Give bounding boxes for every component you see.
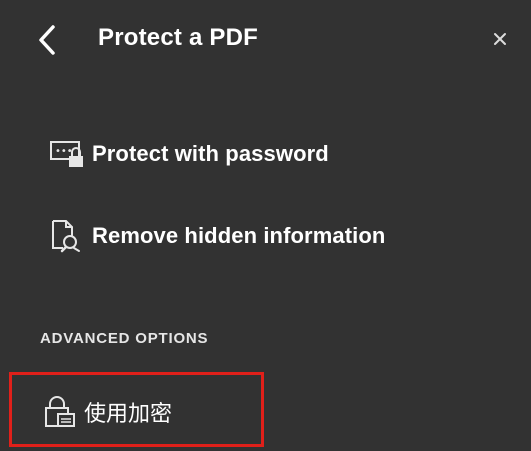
encryption-lock-icon: [42, 394, 82, 430]
panel-header: Protect a PDF: [0, 0, 531, 90]
use-encryption-item[interactable]: 使用加密: [42, 390, 172, 434]
remove-hidden-information-label: Remove hidden information: [92, 223, 386, 248]
protect-with-password-item[interactable]: ••• Protect with password: [48, 132, 329, 176]
back-button[interactable]: [30, 20, 64, 60]
document-search-icon: [48, 218, 88, 254]
close-icon: [494, 33, 506, 45]
chevron-left-icon: [39, 25, 55, 55]
close-button[interactable]: [485, 24, 515, 54]
svg-text:•••: •••: [55, 146, 73, 157]
password-lock-icon: •••: [48, 136, 88, 172]
panel-title: Protect a PDF: [98, 24, 258, 51]
remove-hidden-information-item[interactable]: Remove hidden information: [48, 214, 385, 258]
use-encryption-label: 使用加密: [84, 402, 173, 427]
protect-pdf-panel: Protect a PDF ••• Protect with password: [0, 0, 531, 451]
protect-with-password-label: Protect with password: [92, 141, 329, 166]
advanced-options-heading: ADVANCED OPTIONS: [40, 330, 209, 347]
